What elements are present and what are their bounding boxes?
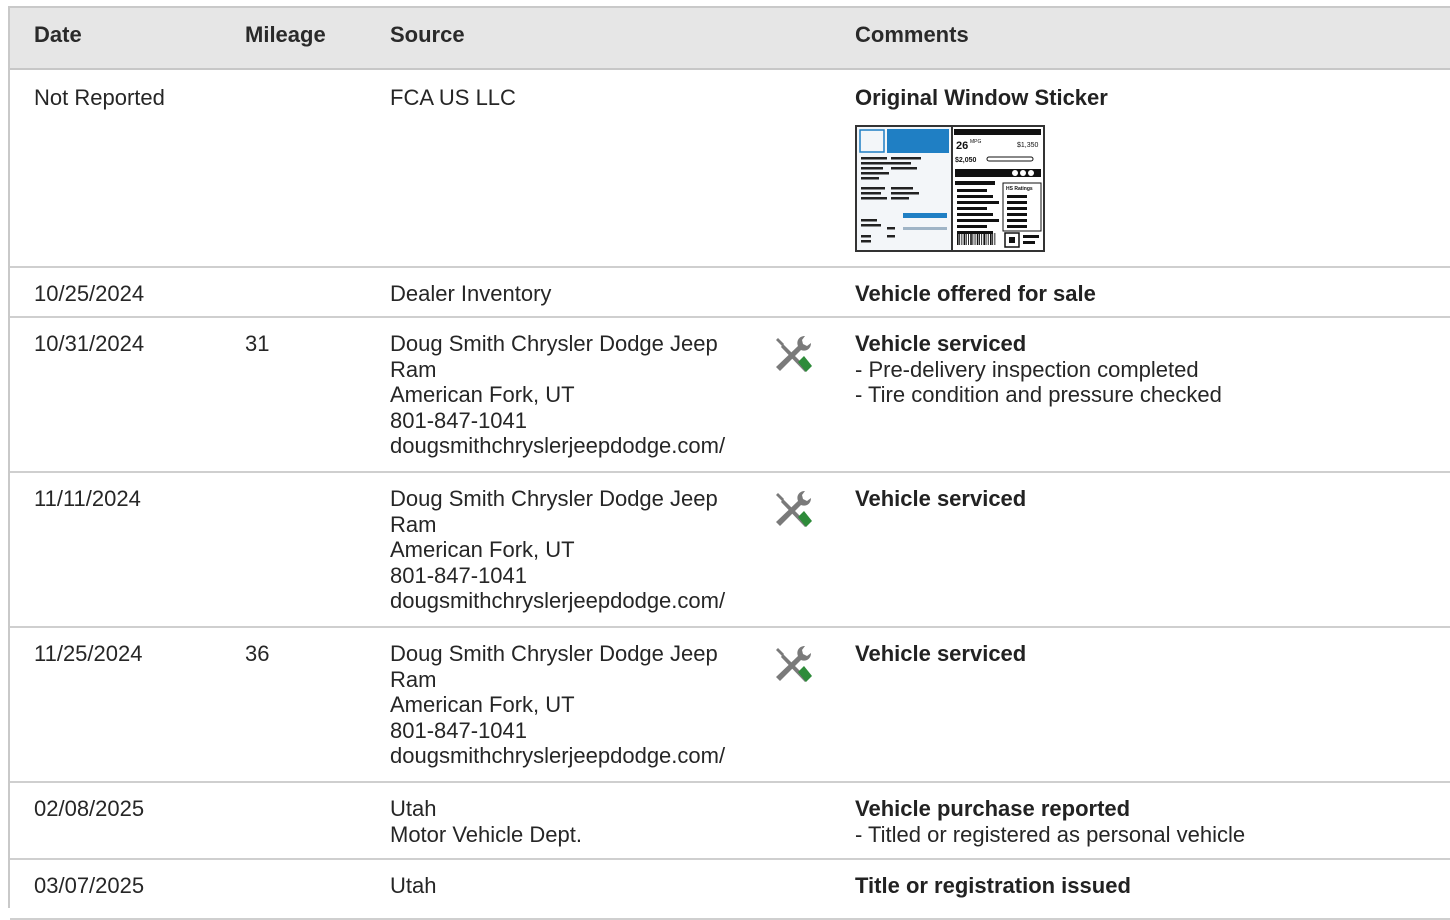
svg-text:$2,050: $2,050 (955, 157, 977, 164)
row-source: Doug Smith Chrysler Dodge Jeep Ram America… (390, 331, 725, 459)
wrench-screwdriver-icon (772, 644, 814, 686)
source-website-link[interactable]: dougsmithchryslerjeepdodge.com/ (390, 743, 725, 769)
source-line: 801-847-1041 (390, 407, 528, 433)
comment-title: Original Window Sticker (855, 85, 1108, 110)
row-comments: Vehicle purchase reported - Titled or reg… (855, 796, 1245, 847)
source-line: Ram (390, 511, 437, 537)
row-comments: Vehicle offered for sale (855, 281, 1096, 307)
header-comments: Comments (855, 22, 969, 47)
header-date: Date (34, 22, 82, 47)
row-mileage: 31 (245, 331, 270, 356)
row-source: Doug Smith Chrysler Dodge Jeep Ram America… (390, 486, 725, 614)
comment-title: Vehicle serviced (855, 486, 1027, 511)
window-sticker-thumbnail[interactable]: 26 MPG $1,350 $2,050 HS Ratings (855, 125, 1045, 252)
vehicle-history-table: Date Mileage Source Comments Not Reporte… (8, 6, 1450, 920)
comment-note: - Titled or registered as personal vehic… (855, 821, 1246, 847)
svg-text:$1,350: $1,350 (1017, 142, 1039, 149)
wrench-screwdriver-icon (772, 334, 814, 376)
row-mileage: 36 (245, 641, 270, 666)
header-mileage: Mileage (245, 22, 326, 47)
comment-note: - Tire condition and pressure checked (855, 382, 1222, 407)
svg-text:HS Ratings: HS Ratings (1006, 186, 1033, 192)
table-row: 03/07/2025 Utah Title or registration issu… (10, 858, 1450, 920)
table-row: 10/25/2024 Dealer Inventory Vehicle offere… (10, 266, 1450, 318)
source-website-link[interactable]: dougsmithchryslerjeepdodge.com/ (390, 433, 725, 459)
source-line: Ram (390, 666, 437, 692)
source-line: FCA US LLC (390, 85, 516, 110)
row-comments: Vehicle serviced (855, 641, 1026, 667)
source-line: American Fork, UT (390, 382, 575, 407)
row-source: Utah Motor Vehicle Dept. (390, 796, 582, 847)
source-line: Doug Smith Chrysler Dodge Jeep (390, 486, 718, 511)
source-line: Utah (390, 796, 437, 821)
comment-title: Vehicle serviced (855, 331, 1027, 356)
table-row: 10/31/2024 31 Doug Smith Chrysler Dodge Je… (10, 316, 1450, 473)
comment-title: Vehicle serviced (855, 641, 1027, 666)
row-comments: Vehicle serviced - Pre-delivery inspectio… (855, 331, 1222, 408)
row-comments: Original Window Sticker (855, 85, 1108, 111)
comment-note: - Pre-delivery inspection completed (855, 356, 1199, 382)
source-line: Dealer Inventory (390, 281, 552, 306)
table-row: 11/25/2024 36 Doug Smith Chrysler Dodge Je… (10, 626, 1450, 783)
source-line: American Fork, UT (390, 537, 575, 562)
wrench-screwdriver-icon (772, 489, 814, 531)
row-date: 11/25/2024 (34, 641, 143, 666)
source-line: 801-847-1041 (390, 717, 528, 743)
source-line: 801-847-1041 (390, 562, 528, 588)
svg-text:26: 26 (956, 140, 968, 152)
row-source: FCA US LLC (390, 85, 516, 111)
row-date: 10/31/2024 (34, 331, 145, 356)
comment-title: Vehicle offered for sale (855, 281, 1096, 306)
row-date: Not Reported (34, 85, 165, 110)
table-header: Date Mileage Source Comments (10, 8, 1450, 70)
source-line: American Fork, UT (390, 692, 575, 717)
table-row: Not Reported FCA US LLC Original Window St… (10, 70, 1450, 268)
svg-text:MPG: MPG (970, 139, 982, 145)
row-date: 02/08/2025 (34, 796, 145, 821)
row-comments: Vehicle serviced (855, 486, 1026, 512)
row-source: Doug Smith Chrysler Dodge Jeep Ram America… (390, 641, 725, 769)
source-line: Motor Vehicle Dept. (390, 821, 582, 847)
row-source: Dealer Inventory (390, 281, 551, 307)
source-website-link[interactable]: dougsmithchryslerjeepdodge.com/ (390, 588, 725, 614)
header-source: Source (390, 22, 465, 47)
source-line: Doug Smith Chrysler Dodge Jeep (390, 641, 718, 666)
table-row: 02/08/2025 Utah Motor Vehicle Dept. Vehicle… (10, 781, 1450, 860)
source-line: Ram (390, 356, 437, 382)
source-line: Doug Smith Chrysler Dodge Jeep (390, 331, 718, 356)
row-date: 11/11/2024 (34, 486, 141, 511)
comment-title: Vehicle purchase reported (855, 796, 1131, 821)
row-date: 10/25/2024 (34, 281, 145, 306)
table-row: 11/11/2024 Doug Smith Chrysler Dodge Jeep… (10, 471, 1450, 628)
